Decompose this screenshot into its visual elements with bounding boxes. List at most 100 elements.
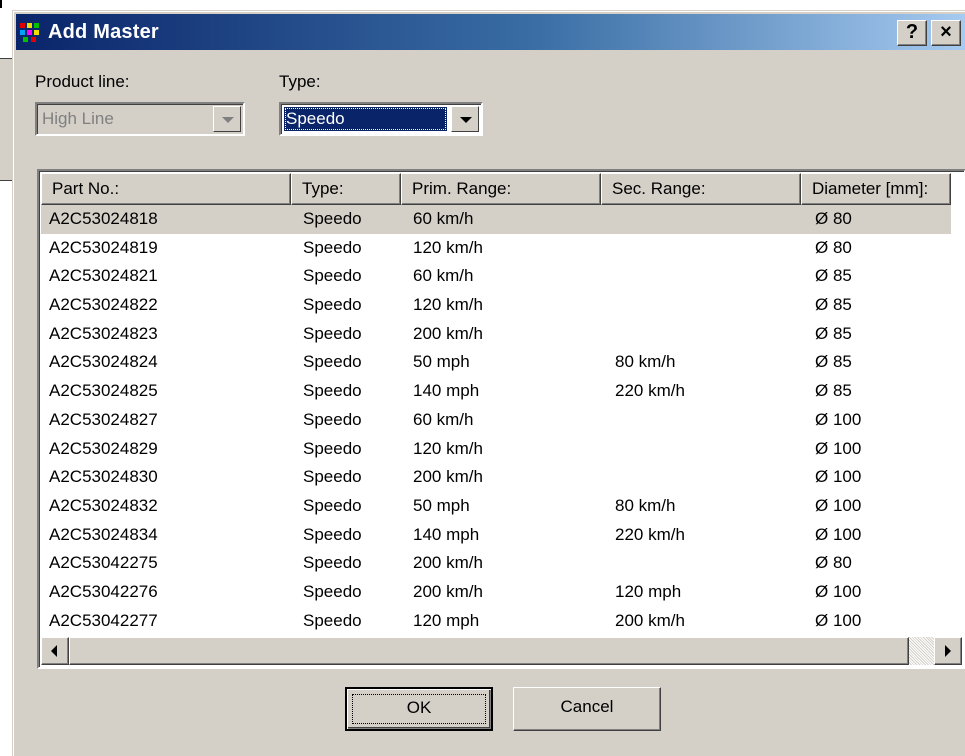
prim-range-cell: 120 km/h <box>413 438 483 458</box>
sec-range-cell <box>601 406 801 435</box>
sec-range-cell <box>601 549 801 578</box>
add-master-dialog: Add Master ? × Product line: High Line T… <box>12 10 965 756</box>
type-cell: Speedo <box>303 266 362 286</box>
scroll-left-button[interactable] <box>41 637 69 665</box>
background-window-edge <box>0 0 8 8</box>
part-no-cell: A2C53042276 <box>49 581 158 601</box>
chevron-down-icon <box>222 117 234 123</box>
diameter-cell: Ø 85 <box>815 352 852 372</box>
type-cell: Speedo <box>303 209 362 228</box>
sec-range-cell <box>601 291 801 320</box>
table-row[interactable]: A2C53024834 Speedo 140 mph 220 km/h Ø 100 <box>41 521 951 550</box>
prim-range-cell: 200 km/h <box>413 581 483 601</box>
col-sec-range-header[interactable]: Sec. Range: <box>601 173 801 205</box>
sec-range-cell <box>601 262 801 291</box>
product-line-select: High Line <box>35 102 245 136</box>
col-diameter-header[interactable]: Diameter [mm]: <box>801 173 951 205</box>
table-row[interactable]: A2C53024832 Speedo 50 mph 80 km/h Ø 100 <box>41 492 951 521</box>
type-cell: Speedo <box>303 524 362 544</box>
table-row[interactable]: A2C53024827 Speedo 60 km/h Ø 100 <box>41 406 951 435</box>
table-row[interactable]: A2C53024824 Speedo 50 mph 80 km/h Ø 85 <box>41 348 951 377</box>
type-cell: Speedo <box>303 237 362 257</box>
prim-range-cell: 50 mph <box>413 352 470 372</box>
col-part-no-header[interactable]: Part No.: <box>41 173 291 205</box>
diameter-cell: Ø 100 <box>815 467 862 487</box>
arrow-left-icon <box>51 645 57 657</box>
part-no-cell: A2C53024827 <box>49 409 158 429</box>
product-line-label: Product line: <box>35 72 130 91</box>
type-cell: Speedo <box>303 438 362 458</box>
sec-range-cell <box>601 435 801 464</box>
type-dropdown-button[interactable] <box>451 106 479 132</box>
type-cell: Speedo <box>303 323 362 343</box>
table-row[interactable]: A2C53024821 Speedo 60 km/h Ø 85 <box>41 262 951 291</box>
prim-range-cell: 200 km/h <box>413 553 483 573</box>
ok-button-label: OK <box>347 689 491 729</box>
part-no-cell: A2C53042277 <box>49 610 158 630</box>
prim-range-cell: 200 km/h <box>413 467 483 487</box>
table-row[interactable]: A2C53024830 Speedo 200 km/h Ø 100 <box>41 463 951 492</box>
table-row[interactable]: A2C53024819 Speedo 120 km/h Ø 80 <box>41 234 951 263</box>
sec-range-cell <box>601 234 801 263</box>
type-cell: Speedo <box>303 381 362 401</box>
scrollbar-thumb[interactable] <box>69 637 909 665</box>
type-cell: Speedo <box>303 295 362 315</box>
horizontal-scrollbar[interactable] <box>41 637 962 665</box>
dialog-title: Add Master <box>48 20 159 43</box>
diameter-cell: Ø 80 <box>815 209 852 228</box>
table-row[interactable]: A2C53042276 Speedo 200 km/h 120 mph Ø 100 <box>41 578 951 607</box>
cancel-button[interactable]: Cancel <box>513 687 661 731</box>
help-button[interactable]: ? <box>897 20 927 46</box>
diameter-cell: Ø 85 <box>815 323 852 343</box>
table-row[interactable]: A2C53024822 Speedo 120 km/h Ø 85 <box>41 291 951 320</box>
prim-range-cell: 140 mph <box>413 524 480 544</box>
diameter-cell: Ø 80 <box>815 237 852 257</box>
prim-range-cell: 120 km/h <box>413 237 483 257</box>
table-row[interactable]: A2C53042275 Speedo 200 km/h Ø 80 <box>41 549 951 578</box>
diameter-cell: Ø 85 <box>815 266 852 286</box>
title-bar[interactable]: Add Master ? × <box>16 14 965 50</box>
table-row[interactable]: A2C53024818 Speedo 60 km/h Ø 80 <box>41 205 951 234</box>
diameter-cell: Ø 100 <box>815 409 862 429</box>
part-no-cell: A2C53024834 <box>49 524 158 544</box>
type-select[interactable]: Speedo <box>279 102 483 136</box>
sec-range-cell: 80 km/h <box>615 352 676 372</box>
type-label: Type: <box>279 72 321 91</box>
part-no-cell: A2C53024825 <box>49 381 158 401</box>
master-parts-list[interactable]: Part No.: Type: Prim. Range: Sec. Range: Dia… <box>37 169 965 669</box>
prim-range-cell: 120 km/h <box>413 295 483 315</box>
sec-range-cell: 80 km/h <box>615 495 676 515</box>
prim-range-cell: 60 km/h <box>413 209 474 228</box>
prim-range-cell: 140 mph <box>413 381 480 401</box>
table-row[interactable]: A2C53024825 Speedo 140 mph 220 km/h Ø 85 <box>41 377 951 406</box>
table-row[interactable]: A2C53042277 Speedo 120 mph 200 km/h Ø 100 <box>41 607 951 636</box>
diameter-cell: Ø 100 <box>815 438 862 458</box>
close-button[interactable]: × <box>931 20 961 46</box>
diameter-cell: Ø 100 <box>815 610 862 630</box>
sec-range-cell: 200 km/h <box>615 610 685 630</box>
part-no-cell: A2C53024822 <box>49 295 158 315</box>
col-type-header[interactable]: Type: <box>291 173 401 205</box>
prim-range-cell: 60 km/h <box>413 266 474 286</box>
sec-range-cell: 220 km/h <box>615 381 685 401</box>
scroll-right-button[interactable] <box>934 637 962 665</box>
type-value[interactable]: Speedo <box>284 107 447 131</box>
part-no-cell: A2C53042275 <box>49 553 158 573</box>
prim-range-cell: 200 km/h <box>413 323 483 343</box>
ok-button[interactable]: OK <box>345 687 493 731</box>
part-no-cell: A2C53024830 <box>49 467 158 487</box>
list-body[interactable]: A2C53024818 Speedo 60 km/h Ø 80 A2C53024819 S… <box>41 205 951 635</box>
part-no-cell: A2C53024821 <box>49 266 158 286</box>
table-row[interactable]: A2C53024829 Speedo 120 km/h Ø 100 <box>41 435 951 464</box>
diameter-cell: Ø 80 <box>815 553 852 573</box>
list-header: Part No.: Type: Prim. Range: Sec. Range: Dia… <box>41 173 951 205</box>
col-prim-range-header[interactable]: Prim. Range: <box>401 173 601 205</box>
table-row[interactable]: A2C53024823 Speedo 200 km/h Ø 85 <box>41 320 951 349</box>
product-line-value: High Line <box>42 109 114 128</box>
part-no-cell: A2C53024823 <box>49 323 158 343</box>
diameter-cell: Ø 100 <box>815 495 862 515</box>
diameter-cell: Ø 85 <box>815 295 852 315</box>
sec-range-cell <box>601 463 801 492</box>
product-line-dropdown-button <box>213 106 241 132</box>
sec-range-cell: 220 km/h <box>615 524 685 544</box>
